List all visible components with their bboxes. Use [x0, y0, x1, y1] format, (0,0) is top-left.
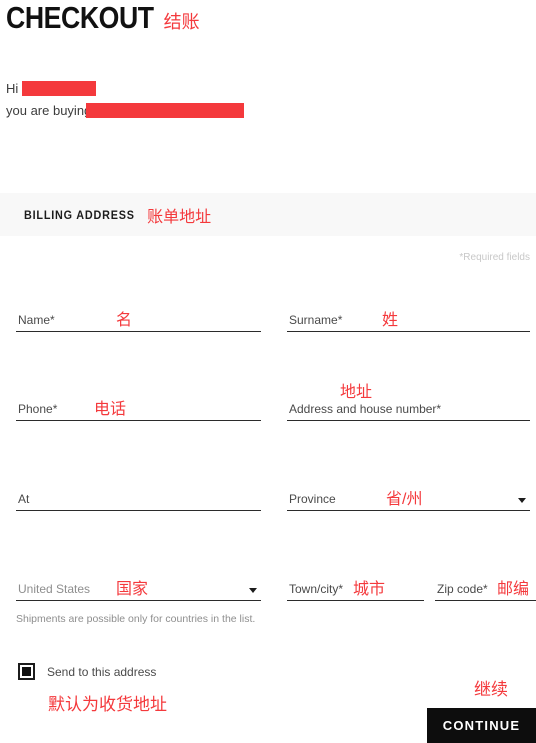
phone-label: Phone*: [18, 402, 58, 416]
greeting-line-1: Hi: [6, 78, 102, 100]
town-city-annotation: 城市: [353, 581, 386, 598]
greeting-block: Hi you are buying a: [6, 78, 244, 122]
section-title-annotation: 账单地址: [147, 208, 212, 226]
country-select[interactable]: United States 国家: [16, 565, 261, 601]
continue-button[interactable]: CONTINUE: [427, 708, 536, 743]
zip-code-label: Zip code*: [437, 582, 488, 596]
chevron-down-icon[interactable]: [249, 588, 257, 593]
zip-code-input[interactable]: Zip code* 邮编: [435, 565, 536, 601]
greeting-line-2: you are buying a: [6, 100, 244, 122]
surname-input[interactable]: Surname* 姓: [287, 296, 530, 332]
province-label: Province: [289, 492, 336, 506]
at-label: At: [18, 492, 30, 506]
redaction-bar-name: [22, 81, 96, 96]
phone-input[interactable]: Phone* 电话: [16, 385, 261, 421]
name-label: Name*: [18, 313, 55, 327]
section-title: BILLING ADDRESS: [24, 207, 135, 222]
country-annotation: 国家: [116, 581, 149, 598]
address-label: Address and house number*: [289, 402, 442, 416]
province-select[interactable]: Province 省/州: [287, 475, 530, 511]
surname-annotation: 姓: [382, 312, 399, 329]
send-to-this-address-label: Send to this address: [47, 664, 157, 679]
send-to-this-address-row[interactable]: Send to this address: [18, 663, 156, 680]
chevron-down-icon[interactable]: [518, 498, 526, 503]
phone-annotation: 电话: [94, 401, 127, 418]
town-city-label: Town/city*: [289, 582, 344, 596]
country-value: United States: [18, 582, 91, 596]
send-to-this-address-checkbox[interactable]: [18, 663, 35, 680]
required-fields-note: *Required fields: [459, 252, 530, 263]
address-input[interactable]: Address and house number* 地址: [287, 384, 530, 421]
continue-annotation: 继续: [474, 680, 508, 699]
billing-address-section-header: BILLING ADDRESS 账单地址: [0, 193, 536, 236]
at-input[interactable]: At: [16, 475, 261, 511]
address-annotation: 地址: [340, 384, 373, 401]
page-header: CHECKOUT 结账: [6, 0, 200, 40]
name-input[interactable]: Name* 名: [16, 296, 261, 332]
zip-code-annotation: 邮编: [497, 581, 530, 598]
page-title: CHECKOUT: [6, 0, 154, 35]
province-annotation: 省/州: [386, 491, 423, 508]
shipments-note: Shipments are possible only for countrie…: [16, 613, 256, 625]
greeting-prefix: Hi: [6, 81, 19, 96]
redaction-bar-product: [86, 103, 244, 118]
surname-label: Surname*: [289, 313, 343, 327]
send-to-this-address-annotation: 默认为收货地址: [48, 695, 167, 714]
page-title-annotation: 结账: [163, 12, 200, 32]
name-annotation: 名: [116, 312, 133, 329]
town-city-input[interactable]: Town/city* 城市: [287, 565, 424, 601]
